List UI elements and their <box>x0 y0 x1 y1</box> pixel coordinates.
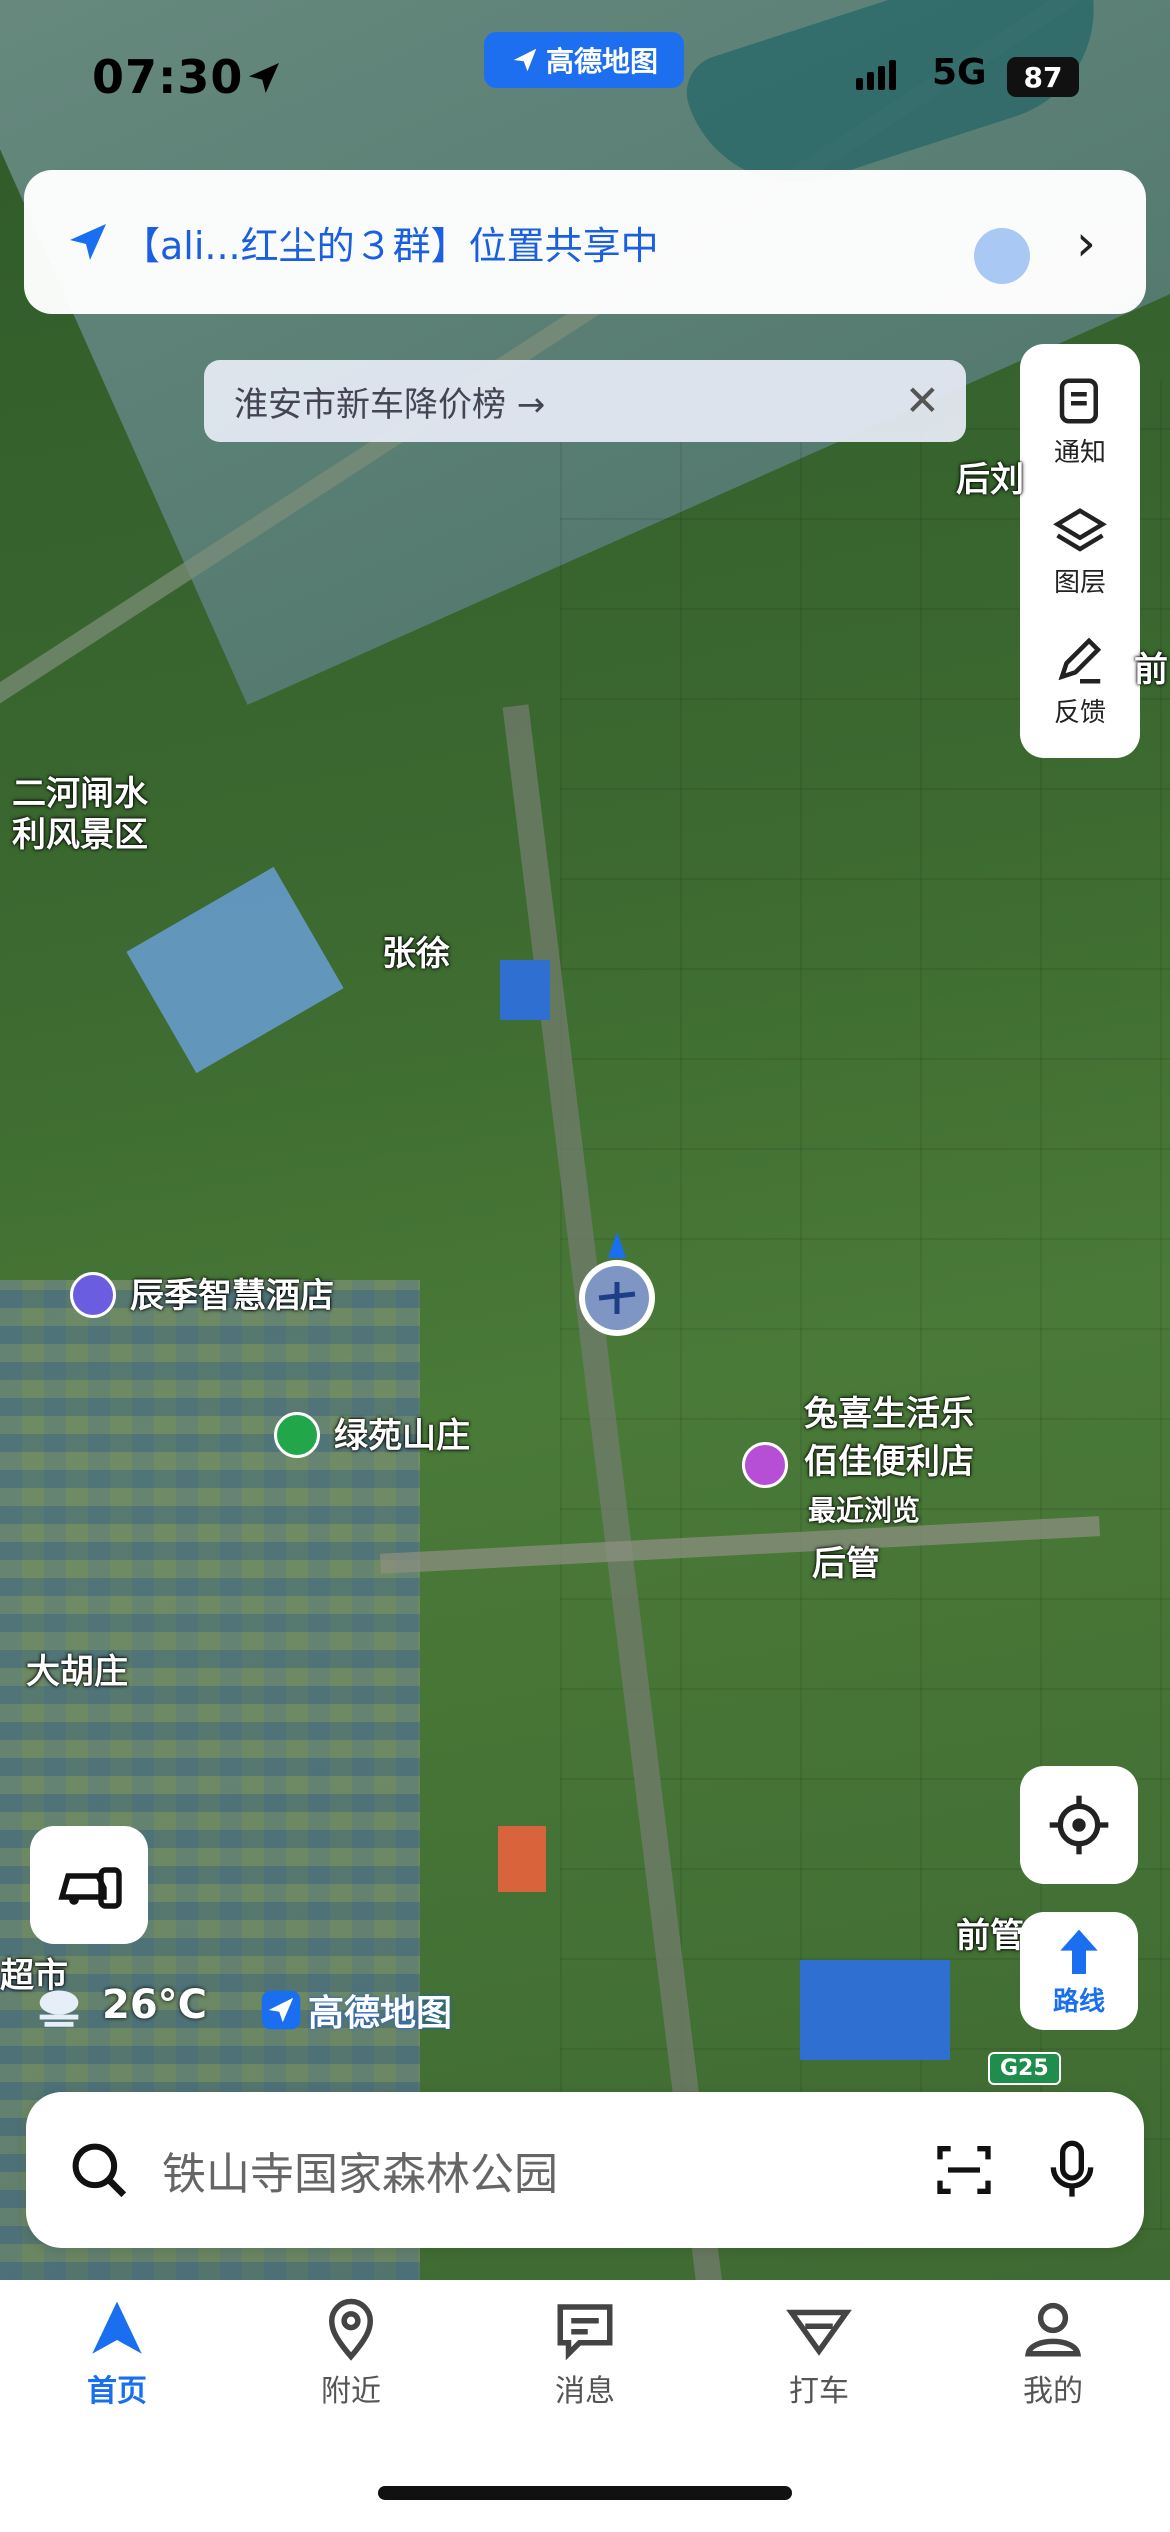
map-label-scenic-area[interactable]: 二河闸水 利风景区 <box>12 774 148 856</box>
tab-nearby[interactable]: 附近 <box>271 2296 431 2410</box>
tool-notice-label: 通知 <box>1053 437 1106 468</box>
search-icon <box>72 2143 127 2198</box>
map-label-villa[interactable]: 绿苑山庄 <box>334 1416 470 1457</box>
route-arrow-icon <box>1060 1929 1098 1974</box>
search-bar[interactable]: 铁山寺国家森林公园 <box>26 2092 1144 2248</box>
amap-watermark-text: 高德地图 <box>308 1993 453 2034</box>
location-share-banner[interactable]: 【ali...红尘的３群】位置共享中 › <box>24 170 1146 314</box>
close-icon[interactable]: ✕ <box>905 376 940 425</box>
signal-bars-icon <box>856 60 896 90</box>
tool-layers-label: 图层 <box>1053 567 1106 598</box>
tool-notice[interactable]: 通知 <box>1053 374 1107 469</box>
share-status-text: 【ali...红尘的３群】位置共享中 <box>122 223 659 268</box>
hotel-poi-icon[interactable] <box>70 1272 116 1318</box>
tab-taxi[interactable]: 打车 <box>739 2296 899 2410</box>
map-label-dahuzhuang[interactable]: 大胡庄 <box>26 1652 128 1693</box>
promo-banner[interactable]: 淮安市新车降价榜 → ✕ <box>204 360 966 442</box>
location-pin-icon <box>328 2298 374 2361</box>
home-indicator[interactable] <box>378 2486 792 2500</box>
message-icon <box>557 2304 613 2361</box>
notice-icon <box>1059 378 1098 423</box>
current-location-marker-icon[interactable] <box>574 1228 660 1346</box>
orange-roof-building <box>498 1826 546 1892</box>
map-label-houliu[interactable]: 后刘 <box>956 460 1024 501</box>
amap-watermark: 高德地图 <box>260 1984 452 2036</box>
route-button[interactable]: 路线 <box>1020 1912 1138 2030</box>
network-type: 5G <box>932 52 987 93</box>
factory-roofs <box>126 866 344 1074</box>
map-label-store-line1[interactable]: 兔喜生活乐 <box>804 1394 974 1435</box>
location-arrow-icon <box>249 63 279 93</box>
car-phone-icon <box>58 1867 122 1909</box>
blue-roof-building <box>800 1960 950 2060</box>
map-label-hotel[interactable]: 辰季智慧酒店 <box>130 1276 334 1317</box>
tab-profile-label: 我的 <box>1023 2374 1083 2409</box>
promo-text: 淮安市新车降价榜 → <box>234 384 546 425</box>
tab-profile[interactable]: 我的 <box>973 2296 1133 2410</box>
map-label-houguan[interactable]: 后管 <box>812 1544 880 1585</box>
share-pin-icon <box>974 228 1030 284</box>
amap-logo-icon <box>513 48 537 72</box>
layers-icon <box>1053 507 1107 552</box>
taxi-icon <box>786 2309 852 2356</box>
recently-viewed-tag: 最近浏览 <box>808 1494 921 1527</box>
map-label-qian[interactable]: 前 <box>1134 650 1168 691</box>
map-label-store-line2[interactable]: 佰佳便利店 <box>804 1442 974 1483</box>
battery-indicator: 87 <box>1007 57 1079 97</box>
tool-feedback[interactable]: 反馈 <box>1053 634 1107 729</box>
share-navigation-icon <box>70 224 106 260</box>
tool-feedback-label: 反馈 <box>1053 697 1106 728</box>
tab-messages[interactable]: 消息 <box>505 2296 665 2410</box>
chevron-right-icon[interactable]: › <box>1076 214 1096 272</box>
villa-poi-icon[interactable] <box>274 1412 320 1458</box>
locate-me-button[interactable] <box>1020 1766 1138 1884</box>
feedback-edit-icon <box>1058 637 1102 683</box>
crosshair-locate-icon <box>1049 1795 1109 1855</box>
tab-home[interactable]: 首页 <box>37 2296 197 2410</box>
tool-layers[interactable]: 图层 <box>1053 504 1107 599</box>
map-tools-panel: 通知 图层 反馈 <box>1020 344 1140 758</box>
microphone-icon[interactable] <box>1040 2138 1104 2202</box>
highway-badge-g25: G25 <box>988 2052 1061 2085</box>
route-label: 路线 <box>1052 1986 1105 2017</box>
home-arrow-icon <box>92 2301 142 2354</box>
store-poi-icon[interactable] <box>742 1442 788 1488</box>
tab-taxi-label: 打车 <box>789 2374 849 2409</box>
map-label-zhangxu[interactable]: 张徐 <box>382 934 450 975</box>
status-time: 07:30 <box>92 50 244 104</box>
scan-icon[interactable] <box>932 2138 996 2202</box>
amap-badge-label: 高德地图 <box>545 45 658 78</box>
tab-home-label: 首页 <box>87 2374 147 2409</box>
blue-roof-building <box>500 960 550 1020</box>
profile-icon <box>1024 2302 1082 2357</box>
tab-messages-label: 消息 <box>555 2374 615 2409</box>
amap-app-badge[interactable]: 高德地图 <box>484 32 684 88</box>
weather-widget[interactable]: 26°C <box>30 1980 207 2030</box>
vehicle-mode-button[interactable] <box>30 1826 148 1944</box>
search-input[interactable]: 铁山寺国家森林公园 <box>162 2138 888 2202</box>
amap-logo-icon <box>261 1990 301 2030</box>
map-label-qianguan[interactable]: 前管 <box>956 1916 1024 1957</box>
cloudy-weather-icon <box>39 1990 79 2027</box>
tab-nearby-label: 附近 <box>321 2374 381 2409</box>
temperature: 26°C <box>102 1982 208 2028</box>
